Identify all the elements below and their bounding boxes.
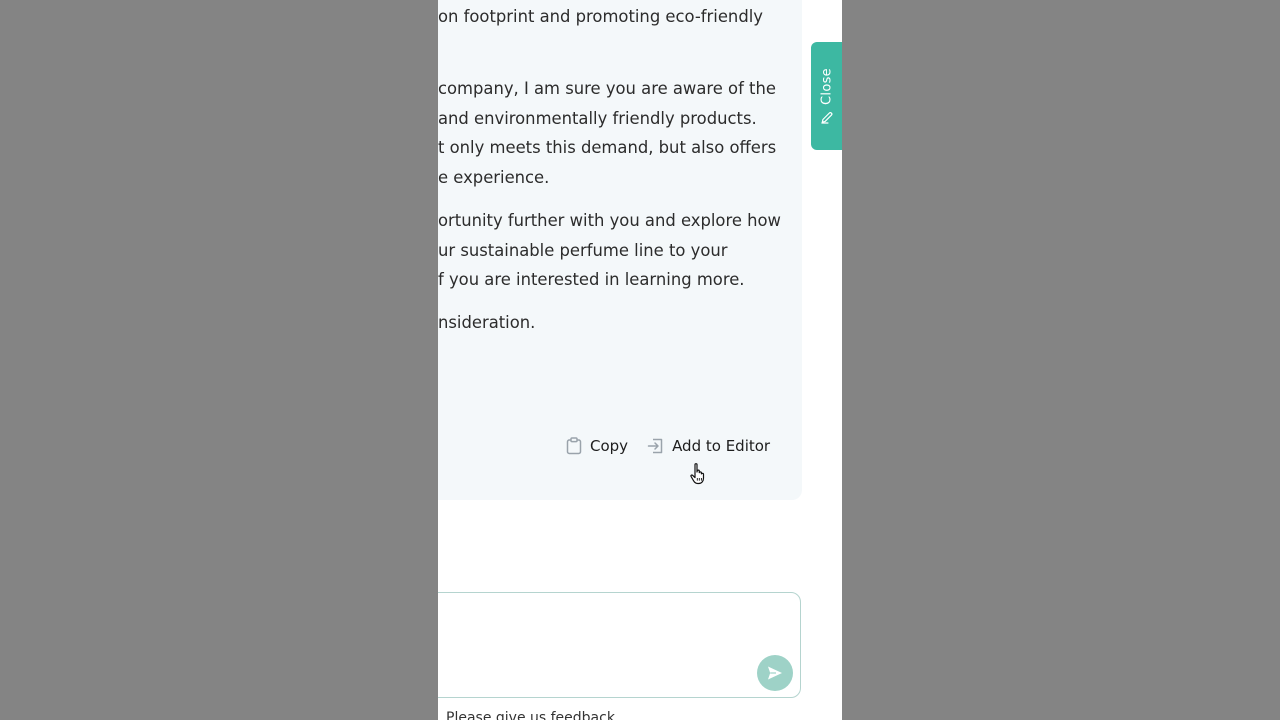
response-paragraph-2: company, I am sure you are aware of the …: [438, 74, 838, 192]
close-tab-button[interactable]: Close: [811, 42, 842, 150]
response-line: e experience.: [438, 167, 550, 187]
response-paragraph-3: ortunity further with you and explore ho…: [438, 206, 838, 295]
response-line: t only meets this demand, but also offer…: [438, 138, 777, 157]
message-input[interactable]: [447, 601, 741, 665]
response-line: ortunity further with you and explore ho…: [438, 211, 781, 230]
assistant-panel: on footprint and promoting eco-friendly …: [438, 0, 842, 720]
import-arrow-icon: [647, 438, 663, 454]
add-to-editor-button[interactable]: Add to Editor: [646, 436, 770, 456]
response-line: nsideration.: [438, 313, 536, 332]
response-paragraph-4: nsideration.: [438, 308, 838, 338]
response-line: on footprint and promoting eco-friendly: [438, 7, 763, 26]
send-button[interactable]: [757, 655, 793, 691]
hand-pointer-icon: [690, 463, 705, 485]
send-icon: [768, 666, 782, 680]
response-card: on footprint and promoting eco-friendly …: [438, 0, 802, 500]
close-tab-content: Close: [819, 68, 834, 124]
clipboard-icon: [566, 437, 582, 455]
feedback-link[interactable]: Please give us feedback: [446, 710, 615, 720]
message-input-box[interactable]: [438, 592, 801, 698]
copy-button[interactable]: Copy: [564, 436, 628, 456]
response-line: company, I am sure you are aware of the: [438, 79, 776, 98]
response-line: f you are interested in learning more.: [438, 270, 745, 289]
response-line: and environmentally friendly products.: [438, 108, 757, 128]
response-actions: Copy Add to Editor: [564, 436, 770, 456]
pencil-icon: [820, 111, 832, 124]
add-to-editor-label: Add to Editor: [672, 437, 771, 455]
response-line: ur sustainable perfume line to your: [438, 240, 728, 260]
copy-label: Copy: [590, 437, 629, 455]
response-paragraph-1: on footprint and promoting eco-friendly: [438, 2, 838, 32]
close-tab-label: Close: [819, 68, 834, 105]
